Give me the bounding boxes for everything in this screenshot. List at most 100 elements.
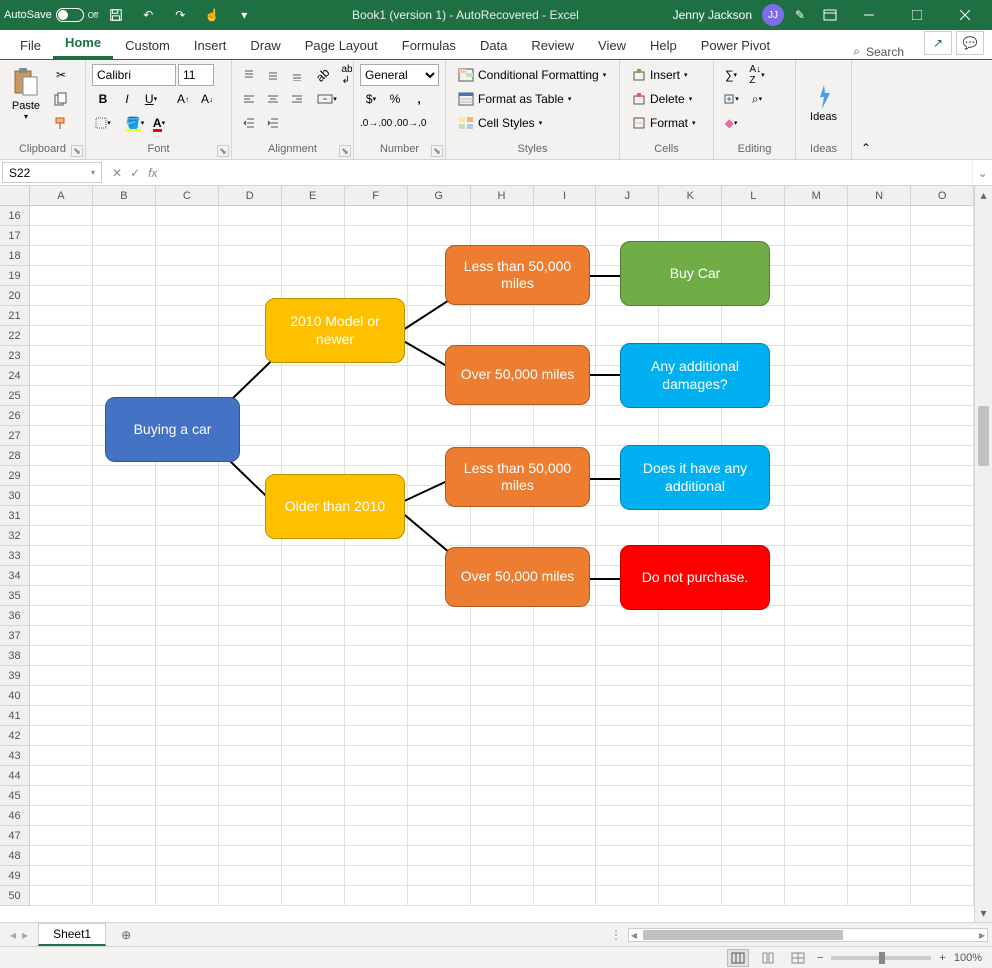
currency-button[interactable]: $▾: [360, 88, 382, 110]
align-right-button[interactable]: [286, 88, 308, 110]
row-header-42[interactable]: 42: [0, 726, 30, 746]
diagram-cond-1[interactable]: Less than 50,000 miles: [445, 245, 590, 305]
tab-view[interactable]: View: [586, 32, 638, 59]
cells-area[interactable]: Buying a car2010 Model or newerOlder tha…: [30, 206, 974, 922]
diagram-cond-4[interactable]: Over 50,000 miles: [445, 547, 590, 607]
fill-button[interactable]: ▾: [720, 88, 742, 110]
ribbon-mode-icon[interactable]: [816, 1, 844, 29]
format-as-table-button[interactable]: Format as Table▾: [452, 88, 613, 110]
col-header-B[interactable]: B: [93, 186, 156, 206]
diagram-branch-1[interactable]: 2010 Model or newer: [265, 298, 405, 363]
tab-power-pivot[interactable]: Power Pivot: [689, 32, 782, 59]
copy-button[interactable]: [50, 88, 72, 110]
row-header-20[interactable]: 20: [0, 286, 30, 306]
zoom-in-button[interactable]: +: [939, 952, 945, 964]
zoom-out-button[interactable]: −: [817, 952, 823, 964]
tab-draw[interactable]: Draw: [238, 32, 292, 59]
shrink-font-button[interactable]: A↓: [196, 88, 218, 110]
diagram-cond-3[interactable]: Less than 50,000 miles: [445, 447, 590, 507]
tab-home[interactable]: Home: [53, 29, 113, 59]
diagram-result-3[interactable]: Does it have any additional: [620, 445, 770, 510]
font-dialog-launcher[interactable]: ⬊: [217, 145, 229, 157]
vertical-scrollbar[interactable]: ▴ ▾: [974, 186, 992, 922]
row-header-44[interactable]: 44: [0, 766, 30, 786]
tab-data[interactable]: Data: [468, 32, 519, 59]
row-header-19[interactable]: 19: [0, 266, 30, 286]
row-header-29[interactable]: 29: [0, 466, 30, 486]
row-header-37[interactable]: 37: [0, 626, 30, 646]
autosum-button[interactable]: ∑▾: [720, 64, 742, 86]
zoom-slider[interactable]: [831, 956, 931, 960]
page-break-view-button[interactable]: [787, 949, 809, 967]
comma-button[interactable]: ,: [408, 88, 430, 110]
row-header-26[interactable]: 26: [0, 406, 30, 426]
search-box[interactable]: ⌕ Search: [841, 44, 916, 59]
row-header-43[interactable]: 43: [0, 746, 30, 766]
row-header-17[interactable]: 17: [0, 226, 30, 246]
tab-review[interactable]: Review: [519, 32, 586, 59]
col-header-M[interactable]: M: [785, 186, 848, 206]
horizontal-scrollbar[interactable]: ◂ ▸: [628, 928, 988, 942]
col-header-L[interactable]: L: [722, 186, 785, 206]
worksheet-grid[interactable]: ABCDEFGHIJKLMNO 161718192021222324252627…: [0, 186, 992, 922]
bold-button[interactable]: B: [92, 88, 114, 110]
increase-indent-button[interactable]: [262, 112, 284, 134]
name-box[interactable]: S22▾: [2, 162, 102, 183]
next-sheet-icon[interactable]: ▸: [22, 928, 28, 942]
row-header-33[interactable]: 33: [0, 546, 30, 566]
font-color-button[interactable]: A▾: [148, 112, 170, 134]
row-header-38[interactable]: 38: [0, 646, 30, 666]
scroll-thumb[interactable]: [978, 406, 989, 466]
scroll-up-icon[interactable]: ▴: [975, 186, 992, 204]
row-header-28[interactable]: 28: [0, 446, 30, 466]
cell-styles-button[interactable]: Cell Styles▾: [452, 112, 613, 134]
row-header-49[interactable]: 49: [0, 866, 30, 886]
row-header-45[interactable]: 45: [0, 786, 30, 806]
cut-button[interactable]: ✂: [50, 64, 72, 86]
close-button[interactable]: [942, 0, 988, 30]
row-header-36[interactable]: 36: [0, 606, 30, 626]
font-name-combo[interactable]: [92, 64, 176, 86]
col-header-N[interactable]: N: [848, 186, 911, 206]
scroll-down-icon[interactable]: ▾: [975, 904, 992, 922]
row-headers[interactable]: 1617181920212223242526272829303132333435…: [0, 206, 30, 906]
fx-icon[interactable]: fx: [148, 166, 157, 180]
row-header-47[interactable]: 47: [0, 826, 30, 846]
undo-icon[interactable]: ↶: [134, 1, 162, 29]
autosave-toggle[interactable]: AutoSave Off: [4, 8, 98, 22]
increase-decimal-button[interactable]: .0→.00: [360, 112, 392, 134]
diagram-cond-2[interactable]: Over 50,000 miles: [445, 345, 590, 405]
ideas-button[interactable]: Ideas: [802, 64, 845, 141]
format-painter-button[interactable]: [50, 112, 72, 134]
row-header-32[interactable]: 32: [0, 526, 30, 546]
col-header-H[interactable]: H: [471, 186, 534, 206]
paste-button[interactable]: Paste ▾: [6, 64, 46, 141]
col-header-A[interactable]: A: [30, 186, 93, 206]
number-dialog-launcher[interactable]: ⬊: [431, 145, 443, 157]
row-header-23[interactable]: 23: [0, 346, 30, 366]
column-headers[interactable]: ABCDEFGHIJKLMNO: [30, 186, 974, 206]
grow-font-button[interactable]: A↑: [172, 88, 194, 110]
tab-formulas[interactable]: Formulas: [390, 32, 468, 59]
maximize-button[interactable]: [894, 0, 940, 30]
row-header-25[interactable]: 25: [0, 386, 30, 406]
diagram-result-2[interactable]: Any additional damages?: [620, 343, 770, 408]
formula-input[interactable]: [165, 160, 972, 185]
alignment-dialog-launcher[interactable]: ⬊: [339, 145, 351, 157]
enter-formula-icon[interactable]: ✓: [130, 166, 140, 180]
share-button[interactable]: ↗: [924, 31, 952, 55]
row-header-46[interactable]: 46: [0, 806, 30, 826]
diagram-result-4[interactable]: Do not purchase.: [620, 545, 770, 610]
decrease-indent-button[interactable]: [238, 112, 260, 134]
font-size-combo[interactable]: [178, 64, 214, 86]
row-header-30[interactable]: 30: [0, 486, 30, 506]
row-header-21[interactable]: 21: [0, 306, 30, 326]
user-avatar[interactable]: JJ: [762, 4, 784, 26]
tab-help[interactable]: Help: [638, 32, 689, 59]
row-header-18[interactable]: 18: [0, 246, 30, 266]
delete-cells-button[interactable]: Delete▾: [626, 88, 707, 110]
fill-color-button[interactable]: 🪣▾: [124, 112, 146, 134]
minimize-button[interactable]: [846, 0, 892, 30]
clear-button[interactable]: ◆▾: [720, 112, 742, 134]
cancel-formula-icon[interactable]: ✕: [112, 166, 122, 180]
